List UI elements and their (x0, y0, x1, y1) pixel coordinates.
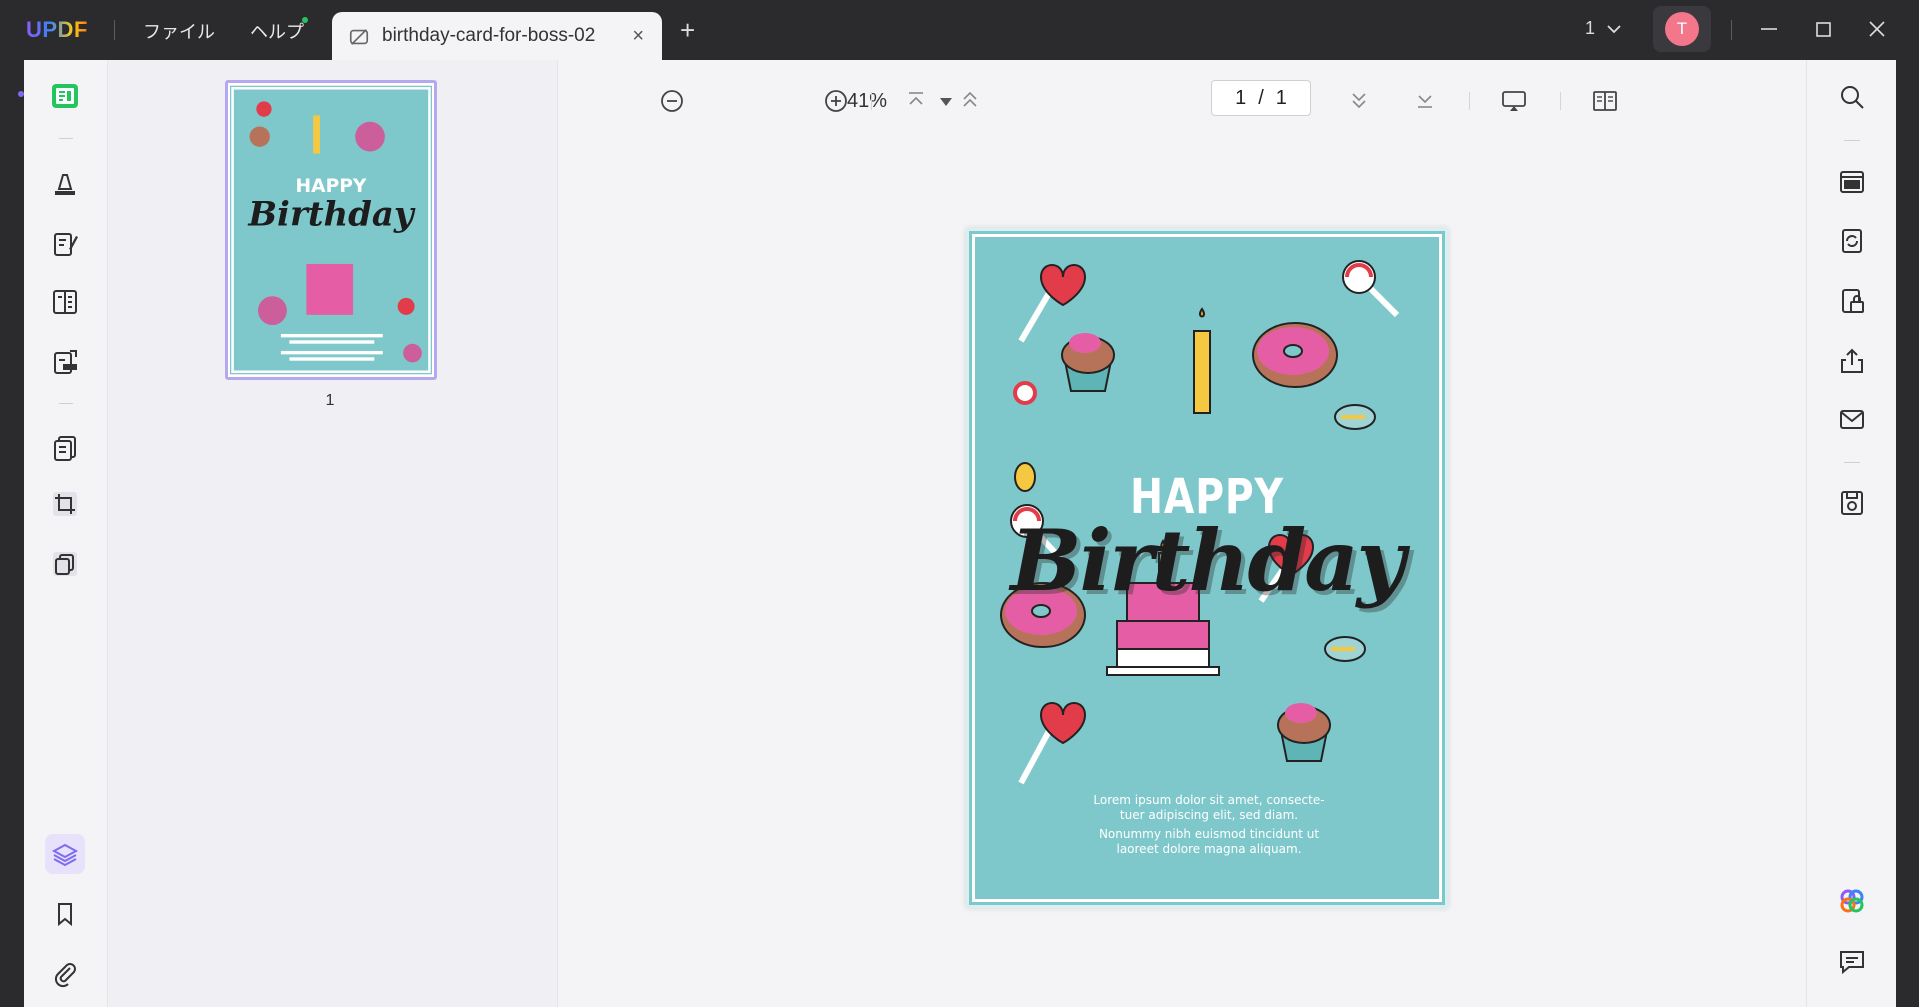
card-paragraph-1: Lorem ipsum dolor sit amet, consecte- tu… (1059, 793, 1359, 823)
ai-assistant-icon[interactable] (1837, 886, 1867, 916)
right-toolbar (1806, 60, 1896, 1007)
tab-close-icon[interactable]: × (632, 26, 644, 46)
card-paragraph-2-line-2: laoreet dolore magna aliquam. (1116, 842, 1302, 856)
app-logo: UPDF (26, 17, 88, 42)
organize-pages-icon (54, 436, 76, 461)
search-icon[interactable] (1837, 82, 1867, 112)
copy-pages-icon (53, 552, 77, 576)
bookmark-icon (58, 903, 72, 927)
thumbnail-preview-image: HAPPY Birthday (230, 85, 432, 375)
document-viewer: 41% 1 / 1 HAPPY Birthday Lorem ipsum dolor… (559, 60, 1806, 1007)
zoom-out-icon[interactable] (658, 87, 686, 115)
card-paragraph-2: Nonummy nibh euismod tincidunt ut laoree… (1059, 827, 1359, 857)
card-paragraph-1-line-1: Lorem ipsum dolor sit amet, consecte- (1093, 793, 1325, 807)
close-window-icon[interactable] (1862, 14, 1892, 44)
document-tab[interactable]: birthday-card-for-boss-02 × (332, 12, 662, 60)
toolbar-separator (59, 138, 73, 139)
card-birthday-text: Birthday (1010, 511, 1405, 610)
pdf-page[interactable]: HAPPY Birthday Lorem ipsum dolor sit ame… (966, 228, 1448, 908)
organize-pages-button[interactable] (45, 428, 85, 468)
form-icon (53, 290, 77, 314)
total-pages: 1 (1275, 87, 1287, 109)
presentation-icon[interactable] (1500, 87, 1528, 115)
thumbnail-panel: HAPPY Birthday 1 (108, 60, 558, 1007)
app-window: HAPPY Birthday 1 41% 1 / 1 HAPPY Birthda… (18, 60, 1896, 1007)
comment-icon[interactable] (1837, 946, 1867, 976)
page-layout-icon[interactable] (1591, 87, 1619, 115)
edit-pdf-button[interactable] (45, 224, 85, 264)
edit-pdf-icon (54, 233, 78, 256)
ocr-icon[interactable] (1837, 166, 1867, 196)
save-icon[interactable] (1837, 488, 1867, 518)
svg-text:HAPPY: HAPPY (296, 176, 367, 197)
menu-help[interactable]: ヘルプ (250, 18, 304, 44)
attachment-icon (54, 963, 76, 988)
convert-icon[interactable] (1837, 226, 1867, 256)
toolbar-separator (59, 403, 73, 404)
chevron-down-icon[interactable] (1605, 20, 1623, 38)
left-toolbar (18, 60, 108, 1007)
mail-icon[interactable] (1837, 404, 1867, 434)
reader-icon (52, 84, 78, 108)
svg-text:Birthday: Birthday (247, 195, 416, 235)
page-separator: / (1258, 87, 1264, 109)
maximize-icon[interactable] (1808, 14, 1838, 44)
toolbar-separator (1560, 92, 1561, 110)
comment-tool-button[interactable] (45, 164, 85, 204)
avatar[interactable]: T (1665, 12, 1699, 46)
bookmark-button[interactable] (45, 894, 85, 934)
active-indicator (18, 91, 24, 97)
first-page-icon[interactable] (902, 86, 930, 114)
form-button[interactable] (45, 282, 85, 322)
card-paragraph-2-line-1: Nonummy nibh euismod tincidunt ut (1098, 827, 1320, 841)
layers-icon (51, 843, 79, 867)
new-tab-button[interactable]: + (680, 17, 695, 43)
page-thumbnail[interactable]: HAPPY Birthday (225, 80, 437, 380)
sign-button[interactable] (45, 342, 85, 382)
crop-icon (53, 492, 77, 516)
title-bar: UPDF ファイル ヘルプ birthday-card-for-boss-02 … (0, 0, 1919, 60)
next-page-icon[interactable] (1345, 86, 1373, 114)
last-page-icon[interactable] (1411, 86, 1439, 114)
sign-icon (54, 350, 77, 374)
zoom-in-icon[interactable] (822, 87, 850, 115)
help-notification-dot (302, 17, 308, 23)
layers-button[interactable] (45, 834, 85, 874)
protect-icon[interactable] (1837, 286, 1867, 316)
title-separator (1731, 20, 1732, 40)
zoom-level[interactable]: 41% (847, 90, 887, 113)
toolbar-separator (1844, 462, 1860, 463)
minimize-icon[interactable] (1754, 14, 1784, 44)
title-separator (114, 20, 115, 40)
toolbar-separator (1844, 140, 1860, 141)
document-status-icon (349, 29, 369, 45)
zoom-dropdown-icon[interactable] (940, 98, 952, 106)
reader-button[interactable] (45, 76, 85, 116)
previous-page-icon[interactable] (956, 86, 984, 114)
attachment-button[interactable] (45, 954, 85, 994)
window-page-count[interactable]: 1 (1585, 18, 1595, 39)
copy-pages-button[interactable] (45, 544, 85, 584)
share-icon[interactable] (1837, 346, 1867, 376)
highlighter-icon (55, 174, 75, 195)
page-number-input[interactable]: 1 / 1 (1211, 80, 1311, 116)
thumbnail-page-number: 1 (325, 392, 335, 409)
card-paragraph-1-line-2: tuer adipiscing elit, sed diam. (1119, 808, 1299, 822)
toolbar-separator (1469, 92, 1470, 110)
tab-title: birthday-card-for-boss-02 (382, 25, 596, 46)
toolbar-separator (871, 92, 872, 110)
menu-file[interactable]: ファイル (143, 18, 215, 44)
current-page: 1 (1235, 87, 1247, 109)
viewer-toolbar: 41% 1 / 1 (559, 60, 1806, 120)
crop-button[interactable] (45, 484, 85, 524)
